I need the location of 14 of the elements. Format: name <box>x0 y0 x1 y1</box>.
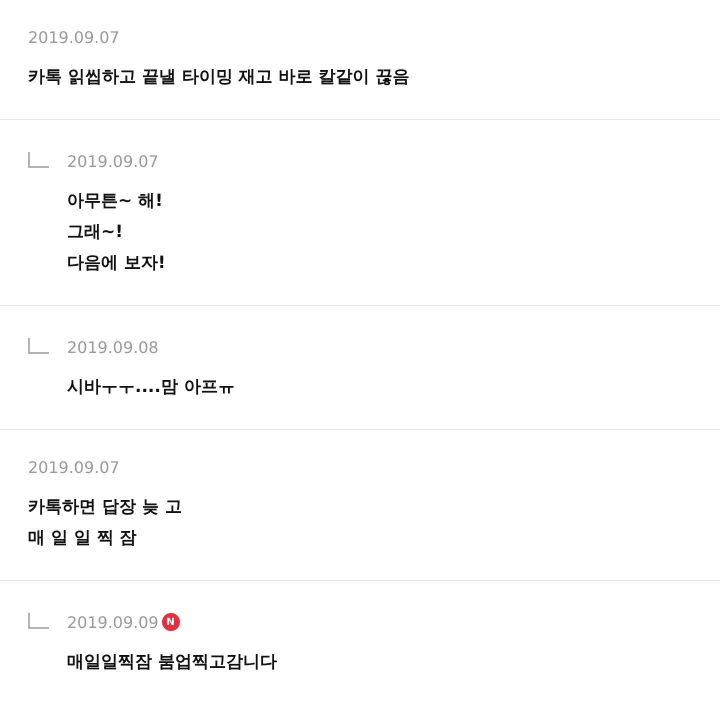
comment-text: 카톡 읽씹하고 끝낼 타이밍 재고 바로 칼같이 끊음 <box>28 66 410 89</box>
comment-text: 다음에 보자! <box>67 252 166 275</box>
comment-date: 2019.09.07 <box>28 458 120 476</box>
comment-date: 2019.09.07 <box>67 152 159 170</box>
new-badge: N <box>162 613 180 631</box>
comment-text: 카톡하면 답장 늦 고 <box>28 496 182 519</box>
comment-date: 2019.09.09 <box>67 612 159 632</box>
comment-text: 매일일찍잠 붐업찍고감니다 <box>67 651 277 674</box>
comment-text: 아무튼~ 해! <box>67 190 164 213</box>
comment-text: 그래~! <box>67 221 124 244</box>
comment-date: 2019.09.07 <box>28 28 120 46</box>
comment-date: 2019.09.08 <box>67 338 159 356</box>
comment-text: 매 일 일 찍 잠 <box>28 527 138 550</box>
comment-text: 시바ㅜㅜ....맘 아프ㅠ <box>67 376 235 399</box>
